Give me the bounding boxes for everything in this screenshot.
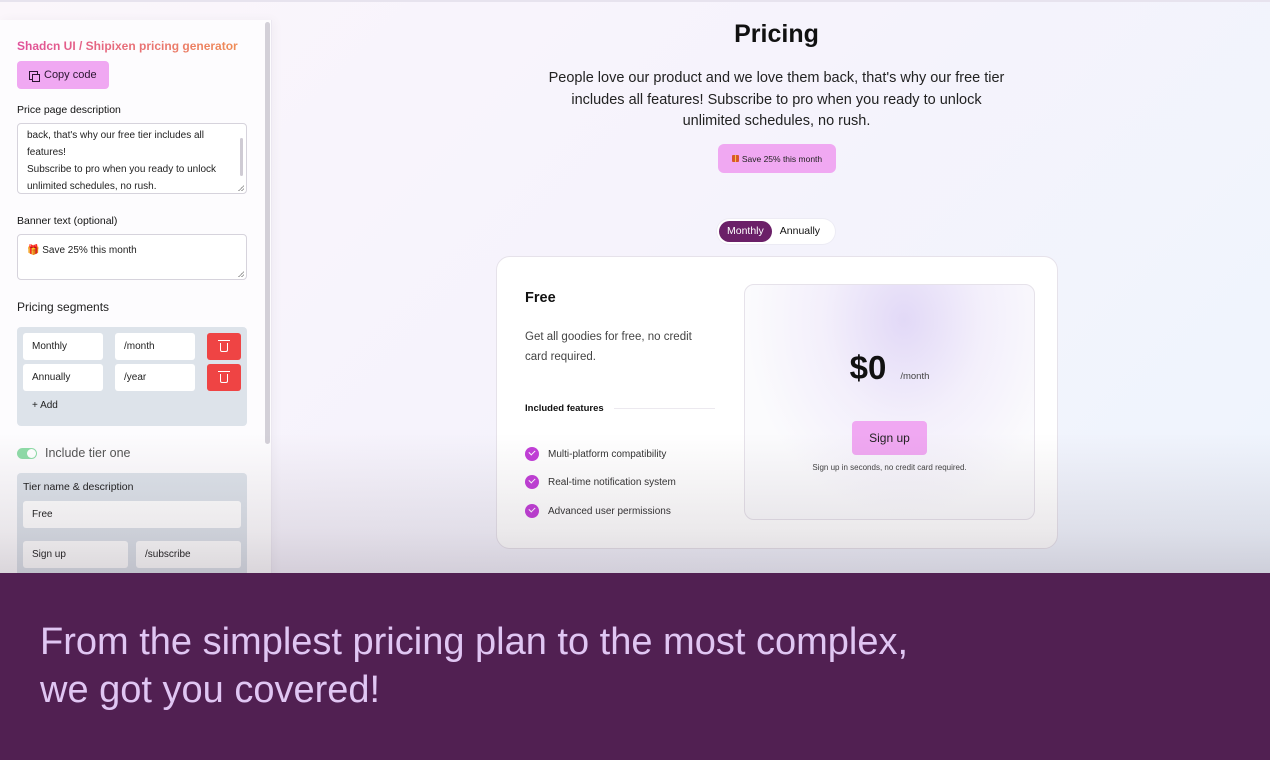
banner-text-label: Banner text (optional) (17, 215, 118, 227)
feature-item: Multi-platform compatibility (525, 447, 666, 461)
banner-text-value: 🎁 Save 25% this month (27, 245, 137, 256)
delete-segment-button[interactable] (207, 364, 241, 391)
app-stage: Shadcn UI / Shipixen pricing generator C… (0, 0, 1270, 573)
description-textarea[interactable]: back, that's why our free tier includes … (17, 123, 247, 194)
billing-period-switch: Monthly Annually (717, 219, 835, 244)
promo-banner-text: Save 25% this month (741, 153, 823, 164)
segment-row: Monthly /month (23, 333, 241, 360)
feature-label: Advanced user permissions (548, 505, 671, 517)
pricing-segments-panel: Monthly /month Annually /year + Add (17, 327, 247, 426)
price-amount: $0 (849, 349, 887, 386)
pricing-card: Free Get all goodies for free, no credit… (496, 256, 1058, 549)
sidebar-title: Shadcn UI / Shipixen pricing generator (17, 39, 254, 53)
divider (613, 408, 715, 409)
tier-cta-row: Sign up /subscribe (23, 541, 241, 568)
segment-suffix-input[interactable]: /month (115, 333, 195, 360)
sidebar-scrollbar[interactable] (265, 22, 270, 444)
check-circle-icon (525, 504, 539, 518)
tagline-line-2: we got you covered! (40, 669, 381, 711)
trash-icon (218, 371, 230, 383)
price-display: $0 /month (745, 349, 1034, 387)
pricing-preview: Pricing People love our product and we l… (273, 0, 1270, 573)
tier-href-input[interactable]: /subscribe (136, 541, 241, 568)
page-description: People love our product and we love them… (548, 70, 1005, 129)
delete-segment-button[interactable] (207, 333, 241, 360)
page-title: Pricing (734, 20, 819, 48)
generator-sidebar: Shadcn UI / Shipixen pricing generator C… (0, 20, 272, 573)
segment-name-input[interactable]: Monthly (23, 333, 103, 360)
description-line: unlimited schedules, no rush. (27, 181, 157, 192)
gift-icon (731, 155, 739, 162)
feature-label: Real-time notification system (548, 476, 676, 488)
switch-annually[interactable]: Annually (772, 221, 828, 242)
sign-up-button[interactable]: Sign up (852, 421, 927, 455)
description-line: Subscribe to pro when you ready to unloc… (27, 164, 216, 175)
check-circle-icon (525, 447, 539, 461)
included-features-heading: Included features (525, 403, 715, 414)
trash-icon (218, 340, 230, 352)
copy-code-label: Copy code (44, 69, 97, 81)
tier-settings-panel: Tier name & description Free Sign up /su… (17, 473, 247, 573)
feature-item: Real-time notification system (525, 475, 676, 489)
description-label: Price page description (17, 104, 121, 116)
textarea-scrollbar[interactable] (240, 138, 243, 176)
sign-up-note: Sign up in seconds, no credit card requi… (812, 463, 967, 472)
segment-suffix-input[interactable]: /year (115, 364, 195, 391)
price-period: /month (900, 371, 930, 382)
description-line: back, that's why our free tier includes … (27, 130, 204, 141)
include-tier-toggle[interactable] (17, 447, 37, 459)
include-tier-label: Include tier one (45, 446, 131, 460)
pricing-segments-heading: Pricing segments (17, 300, 110, 314)
banner-text-textarea[interactable]: 🎁 Save 25% this month (17, 234, 247, 280)
plan-description: Get all goodies for free, no credit card… (525, 331, 692, 363)
tier-name-input[interactable]: Free (23, 501, 241, 528)
switch-monthly[interactable]: Monthly (719, 221, 772, 242)
plan-name: Free (525, 290, 556, 306)
resize-grip-icon[interactable] (238, 271, 244, 277)
feature-label: Multi-platform compatibility (548, 448, 667, 460)
segment-name-input[interactable]: Annually (23, 364, 103, 391)
price-panel: $0 /month Sign up Sign up in seconds, no… (744, 284, 1035, 520)
description-line: features! (27, 147, 66, 158)
copy-code-button[interactable]: Copy code (17, 61, 109, 89)
copy-icon (29, 70, 40, 82)
check-circle-icon (525, 475, 539, 489)
tier-heading: Tier name & description (23, 481, 134, 493)
included-features-label: Included features (525, 403, 604, 414)
tagline-line-1: From the simplest pricing plan to the mo… (40, 621, 909, 663)
tagline-banner: From the simplest pricing plan to the mo… (0, 573, 1270, 760)
add-segment-button[interactable]: + Add (32, 400, 241, 411)
feature-item: Advanced user permissions (525, 504, 671, 518)
segment-row: Annually /year (23, 364, 241, 391)
promo-banner: Save 25% this month (718, 144, 836, 173)
include-tier-row: Include tier one (17, 446, 254, 460)
resize-grip-icon[interactable] (238, 185, 244, 191)
tier-cta-input[interactable]: Sign up (23, 541, 128, 568)
